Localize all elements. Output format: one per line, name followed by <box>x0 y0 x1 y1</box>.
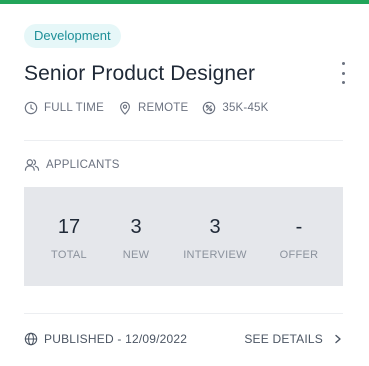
job-meta: FULL TIME REMOTE 35K-45K <box>24 101 283 115</box>
more-options-button[interactable] <box>338 62 348 84</box>
stat-value: - <box>295 216 303 238</box>
job-card: Development Senior Product Designer FULL… <box>0 0 369 366</box>
job-title: Senior Product Designer <box>24 62 256 85</box>
job-salary-label: 35K-45K <box>222 102 269 114</box>
stat-label: OFFER <box>279 249 319 261</box>
job-location-label: REMOTE <box>137 102 189 114</box>
users-icon <box>24 159 40 171</box>
stat-value: 17 <box>57 216 81 238</box>
published-info: PUBLISHED - 12/09/2022 <box>24 332 187 346</box>
stat-label: INTERVIEW <box>183 249 247 261</box>
money-icon <box>203 101 216 115</box>
card-footer: PUBLISHED - 12/09/2022 SEE DETAILS <box>24 332 343 346</box>
job-type-label: FULL TIME <box>44 102 104 114</box>
job-salary: 35K-45K <box>202 101 268 115</box>
applicants-header: APPLICANTS <box>24 158 120 172</box>
divider <box>24 140 343 141</box>
divider <box>24 313 343 314</box>
more-vertical-icon-dot <box>341 71 345 75</box>
globe-icon <box>24 332 38 346</box>
job-location: REMOTE <box>118 101 188 115</box>
published-date: PUBLISHED - 12/09/2022 <box>44 332 188 346</box>
category-badge: Development <box>24 24 121 48</box>
stat-value: 3 <box>209 216 221 238</box>
job-type: FULL TIME <box>24 101 104 115</box>
clock-icon <box>24 101 38 115</box>
more-vertical-icon-dot <box>341 62 345 65</box>
location-pin-icon <box>120 101 130 115</box>
more-vertical-icon-dot <box>341 81 345 84</box>
stat-label: TOTAL <box>51 249 87 261</box>
stat-value: 3 <box>130 216 142 238</box>
stat-label: NEW <box>122 249 150 261</box>
applicant-stats: 17 TOTAL 3 NEW 3 INTERVIEW - OFFER <box>24 187 343 286</box>
see-details-link[interactable]: SEE DETAILS <box>244 332 343 346</box>
chevron-right-icon <box>335 334 341 344</box>
applicants-label: APPLICANTS <box>46 159 120 171</box>
see-details-label: SEE DETAILS <box>244 332 323 346</box>
